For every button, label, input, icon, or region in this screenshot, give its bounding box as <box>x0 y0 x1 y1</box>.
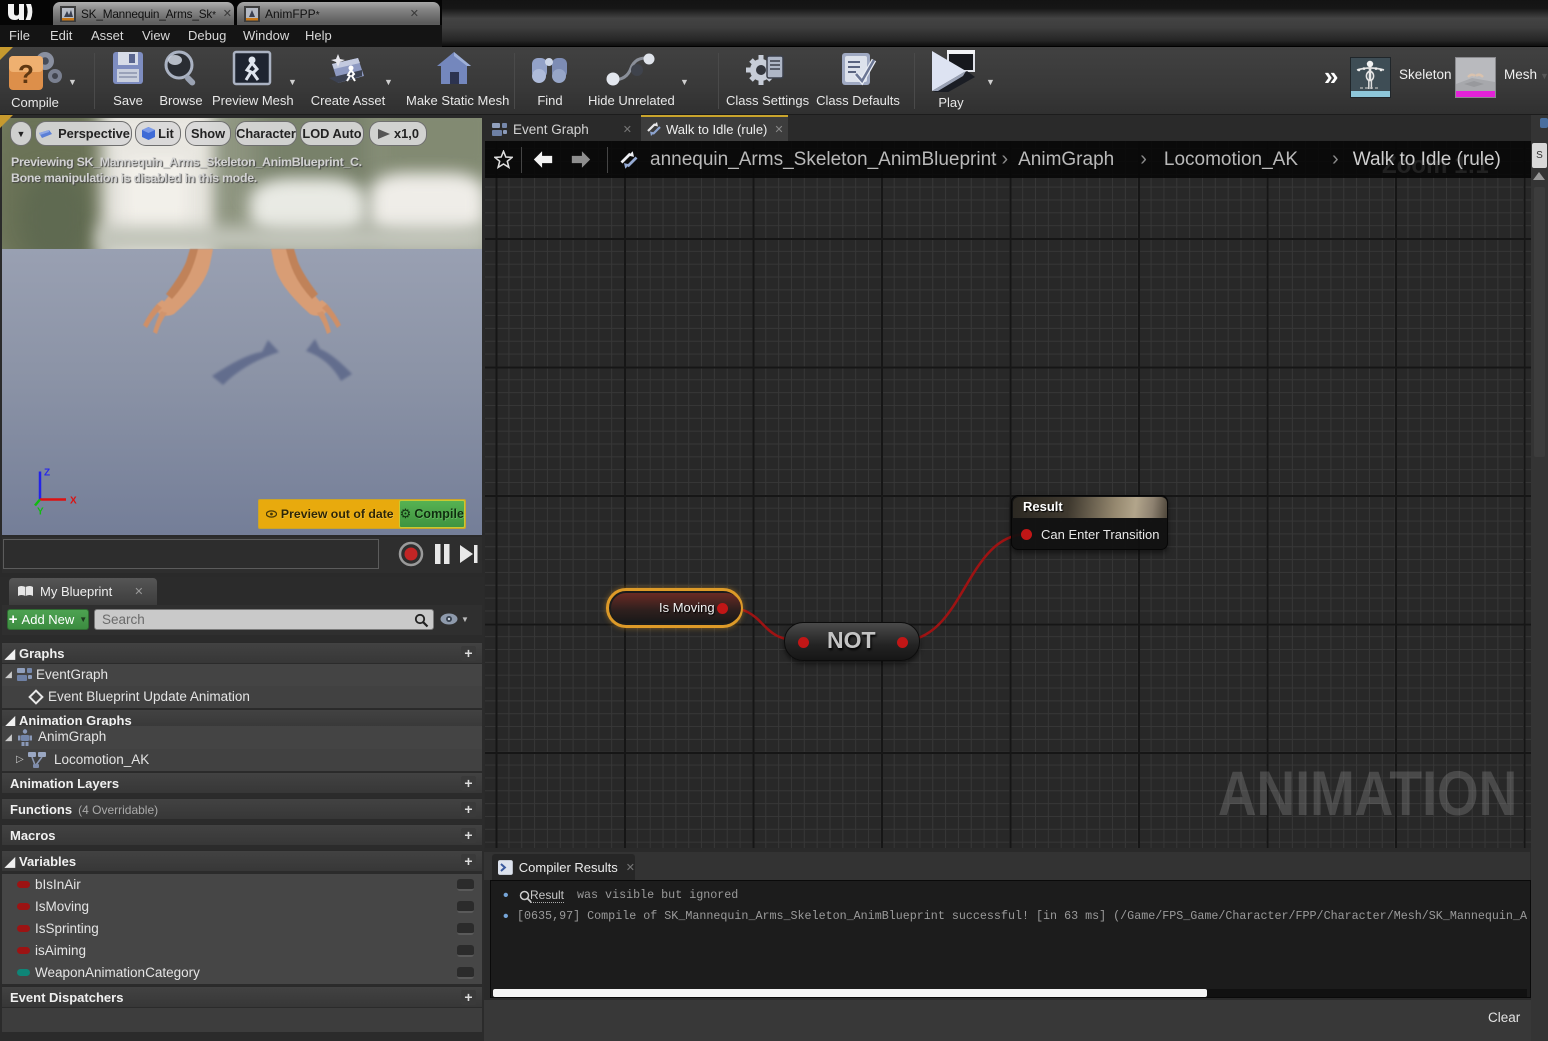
svg-text:?: ? <box>18 59 34 89</box>
svg-text:Y: Y <box>37 507 44 516</box>
svg-text:Z: Z <box>44 468 50 479</box>
svg-text:X: X <box>70 496 77 507</box>
